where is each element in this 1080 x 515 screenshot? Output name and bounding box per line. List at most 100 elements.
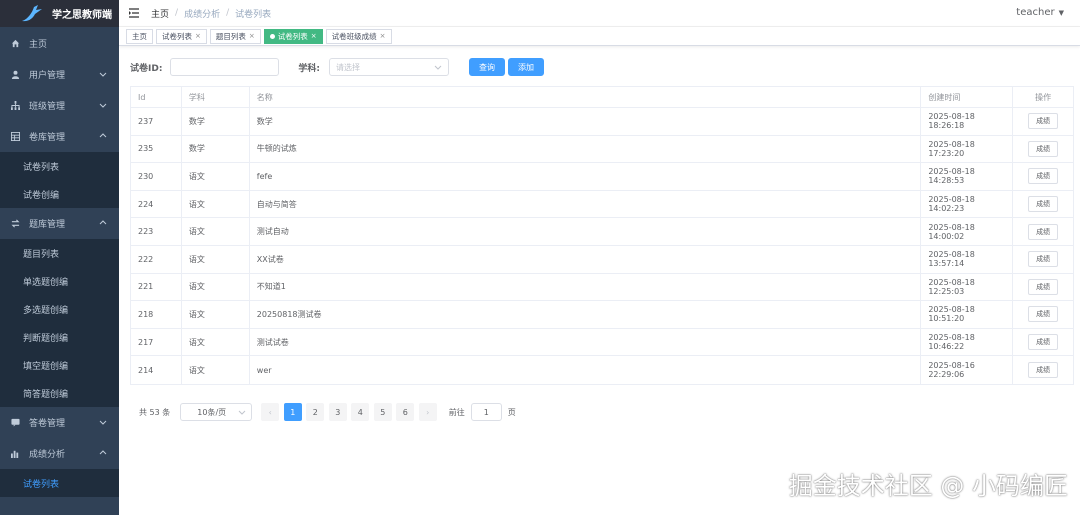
paper-id-input[interactable] (170, 58, 280, 76)
sidebar-item-score-analysis[interactable]: 成绩分析 (0, 438, 119, 469)
sidebar-subitem-paper-edit[interactable]: 试卷创编 (0, 180, 119, 208)
tag-score-paper-list[interactable]: 试卷列表 × (263, 28, 323, 44)
sidebar-item-classes[interactable]: 班级管理 (0, 90, 119, 121)
close-icon[interactable]: × (195, 32, 201, 40)
cell-name: 自动与简答 (250, 190, 922, 218)
cell-subject: 语文 (182, 163, 250, 190)
table-row: 214 语文 wer 2025-08-16 22:29:06 成绩 (131, 356, 1073, 384)
subject-placeholder: 请选择 (336, 62, 361, 72)
sidebar-item-label: 成绩分析 (29, 450, 66, 460)
cell-name: XX试卷 (250, 245, 922, 273)
cell-subject: 语文 (182, 328, 250, 356)
home-icon (10, 39, 20, 49)
close-icon[interactable]: × (380, 32, 386, 40)
sidebar-subitem-question-list[interactable]: 题目列表 (0, 239, 119, 267)
score-button[interactable]: 成绩 (1028, 168, 1059, 185)
cell-subject: 语文 (182, 190, 250, 218)
page-number-list: 123456 (279, 403, 415, 421)
sidebar-item-question-bank[interactable]: 题库管理 (0, 208, 119, 239)
search-form: 试卷ID: 学科: 请选择 查询 添加 (130, 58, 545, 76)
prev-page-button[interactable]: ‹ (261, 403, 280, 421)
sidebar-item-users[interactable]: 用户管理 (0, 59, 119, 90)
score-button[interactable]: 成绩 (1028, 223, 1059, 240)
score-button[interactable]: 成绩 (1028, 334, 1059, 351)
sort-icon (10, 219, 20, 229)
close-icon[interactable]: × (249, 32, 255, 40)
close-icon[interactable]: × (311, 32, 317, 40)
sidebar-subitem-short-answer[interactable]: 简答题创编 (0, 379, 119, 407)
cell-id: 223 (131, 218, 182, 245)
active-dot-icon (269, 33, 275, 39)
page-number-button[interactable]: 3 (328, 403, 347, 421)
table-row: 222 语文 XX试卷 2025-08-18 13:57:14 成绩 (131, 245, 1073, 274)
tag-label: 题目列表 (215, 31, 246, 41)
logo[interactable]: 学之思教师端 (0, 0, 119, 27)
sidebar-subitem-paper-list[interactable]: 试卷列表 (0, 152, 119, 180)
sidebar-item-paper-library[interactable]: 卷库管理 (0, 121, 119, 152)
sidebar-item-home[interactable]: 主页 (0, 28, 119, 59)
chevron-up-icon (99, 133, 107, 138)
user-dropdown[interactable]: teacher ▼ (1016, 7, 1064, 18)
pagination-total: 共 53 条 (139, 407, 171, 417)
score-button[interactable]: 成绩 (1028, 113, 1059, 130)
hamburger-icon[interactable] (128, 7, 140, 19)
header-actions: 操作 (1035, 92, 1052, 102)
score-button[interactable]: 成绩 (1028, 251, 1059, 268)
paper-id-label: 试卷ID: (130, 63, 163, 74)
sidebar-item-label: 题库管理 (29, 220, 66, 230)
tag-paper-list[interactable]: 试卷列表 × (156, 28, 207, 44)
table-row: 235 数学 牛顿的试炼 2025-08-18 17:23:20 成绩 (131, 135, 1073, 164)
tag-question-list[interactable]: 题目列表 × (209, 28, 261, 44)
cell-name: 测试试卷 (250, 328, 922, 356)
sidebar-subitem-score-paper-list[interactable]: 试卷列表 (0, 469, 119, 497)
cell-subject: 语文 (182, 301, 250, 328)
add-button[interactable]: 添加 (508, 58, 545, 76)
cell-created-time: 2025-08-18 17:23:20 (921, 135, 1014, 163)
page-number-button[interactable]: 4 (351, 403, 370, 421)
table-body: 237 数学 数学 2025-08-18 18:26:18 成绩 235 数学 牛顿的试炼 20… (131, 108, 1073, 384)
page-number-button[interactable]: 1 (283, 403, 302, 421)
username: teacher (1016, 7, 1055, 18)
watermark: 掘金技术社区 @ 小码编匠 (788, 472, 1068, 500)
page-size-select[interactable]: 10条/页 (180, 403, 253, 421)
sidebar-subitem-fill-blank[interactable]: 填空题创编 (0, 351, 119, 379)
cell-created-time: 2025-08-16 22:29:06 (921, 356, 1014, 384)
sidebar-item-answer-sheets[interactable]: 答卷管理 (0, 407, 119, 438)
page-number-button[interactable]: 6 (396, 403, 415, 421)
tag-class-score[interactable]: 试卷班级成绩 × (325, 28, 392, 44)
goto-page-input[interactable]: 1 (470, 403, 502, 421)
cell-id: 230 (131, 163, 182, 190)
cell-name: 20250818测试卷 (250, 301, 922, 328)
sidebar: 学之思教师端 主页 用户管理 班级管理 卷库管理 试卷列表 试卷创编 题库管理 (0, 0, 119, 515)
cell-actions: 成绩 (1013, 274, 1073, 301)
query-button[interactable]: 查询 (469, 58, 506, 76)
cell-id: 214 (131, 356, 182, 384)
chevron-down-icon (99, 420, 107, 425)
sidebar-subitem-single-choice[interactable]: 单选题创编 (0, 267, 119, 295)
table-row: 224 语文 自动与简答 2025-08-18 14:02:23 成绩 (131, 190, 1073, 219)
page-number-button[interactable]: 2 (306, 403, 325, 421)
page-number-button[interactable]: 5 (373, 403, 392, 421)
cell-subject: 数学 (182, 108, 250, 135)
cell-created-time: 2025-08-18 18:26:18 (921, 108, 1014, 135)
breadcrumb-home[interactable]: 主页 (151, 7, 169, 20)
tag-home[interactable]: 主页 (126, 28, 153, 44)
tag-label: 试卷列表 (162, 31, 192, 41)
score-button[interactable]: 成绩 (1028, 196, 1059, 213)
breadcrumb-separator: / (226, 8, 230, 18)
breadcrumb-item: 成绩分析 (184, 9, 221, 20)
score-button[interactable]: 成绩 (1028, 306, 1059, 323)
score-button[interactable]: 成绩 (1028, 140, 1059, 157)
cell-actions: 成绩 (1013, 246, 1073, 273)
score-button[interactable]: 成绩 (1028, 362, 1059, 379)
table-row: 221 语文 不知道1 2025-08-18 12:25:03 成绩 (131, 273, 1073, 302)
next-page-button[interactable]: › (418, 403, 437, 421)
sidebar-subitem-multi-choice[interactable]: 多选题创编 (0, 295, 119, 323)
score-button[interactable]: 成绩 (1028, 278, 1059, 295)
subject-select[interactable]: 请选择 (329, 58, 450, 76)
cell-created-time: 2025-08-18 10:51:20 (921, 301, 1014, 328)
cell-subject: 语文 (182, 245, 250, 273)
sidebar-subitem-true-false[interactable]: 判断题创编 (0, 323, 119, 351)
cell-created-time: 2025-08-18 10:46:22 (921, 328, 1014, 356)
cell-name: 测试自动 (250, 218, 922, 245)
